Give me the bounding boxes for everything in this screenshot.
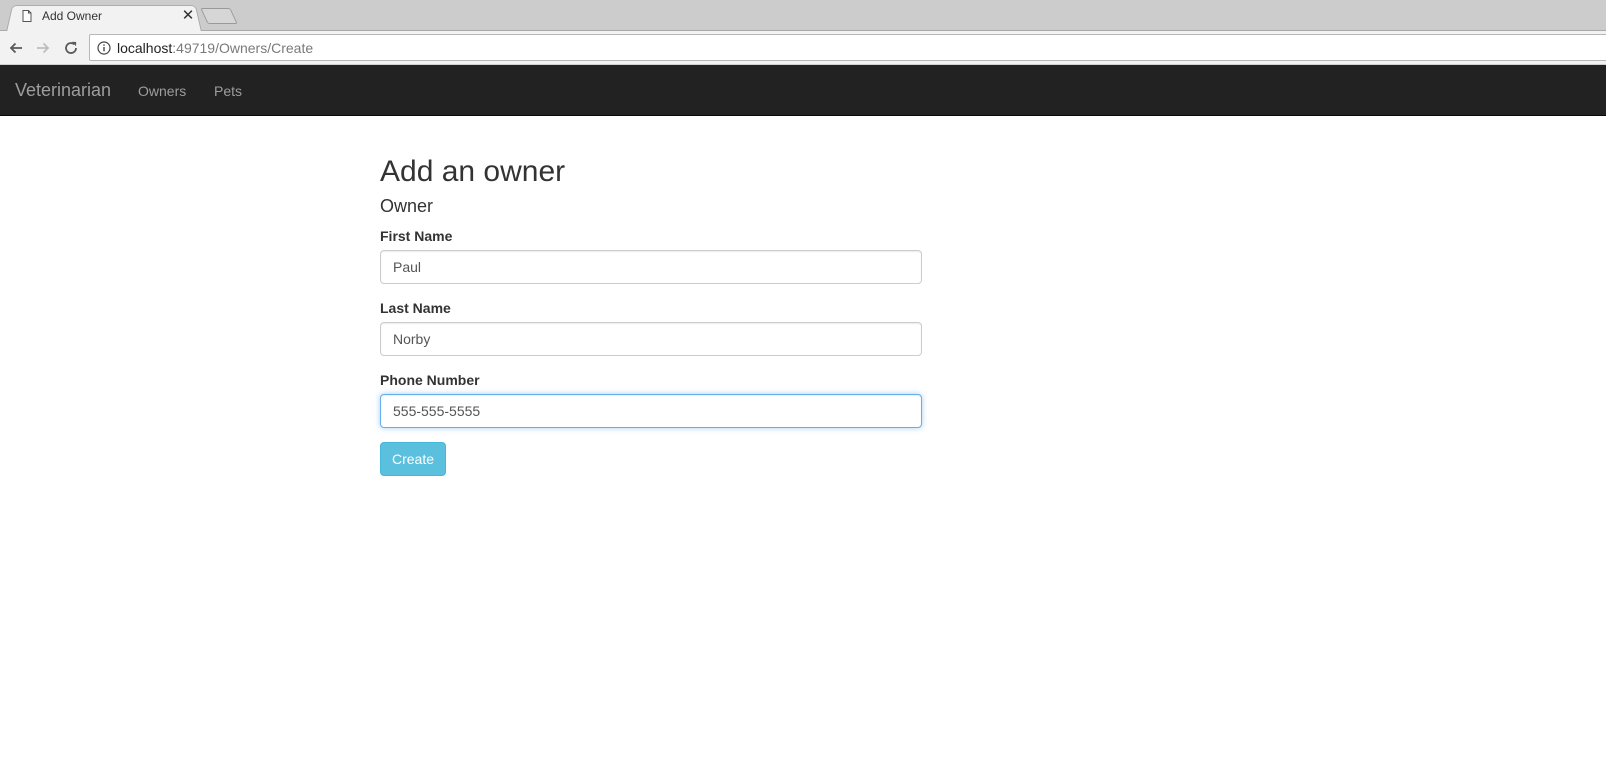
first-name-field[interactable] [380, 250, 922, 284]
last-name-label: Last Name [380, 300, 451, 316]
url-host: localhost [117, 39, 173, 56]
page-title: Add an owner [380, 155, 566, 188]
phone-number-label: Phone Number [380, 372, 480, 388]
browser-tabstrip: Add Owner ✕ [0, 0, 1606, 32]
new-tab-icon[interactable] [200, 8, 238, 24]
create-button[interactable]: Create [380, 442, 446, 476]
url-text: localhost:49719/Owners/Create [117, 40, 313, 56]
phone-number-field[interactable] [380, 394, 922, 428]
nav-link-pets[interactable]: Pets [214, 82, 242, 100]
last-name-field[interactable] [380, 322, 922, 356]
navbar-brand[interactable]: Veterinarian [15, 80, 111, 100]
nav-link-owners[interactable]: Owners [138, 82, 186, 100]
close-icon[interactable]: ✕ [180, 8, 196, 24]
back-arrow-icon[interactable] [6, 38, 26, 58]
page-favicon-icon [20, 9, 34, 23]
reload-icon[interactable] [61, 38, 81, 58]
app-navbar: Veterinarian Owners Pets [0, 65, 1606, 116]
form-title: Owner [380, 196, 434, 216]
address-bar[interactable]: localhost:49719/Owners/Create [89, 34, 1606, 61]
url-path: :49719/Owners/Create [172, 39, 314, 56]
forward-arrow-icon[interactable] [33, 38, 53, 58]
tab-title: Add Owner [42, 9, 103, 23]
first-name-label: First Name [380, 228, 453, 244]
info-icon[interactable] [97, 40, 111, 55]
browser-toolbar: localhost:49719/Owners/Create [0, 31, 1606, 65]
